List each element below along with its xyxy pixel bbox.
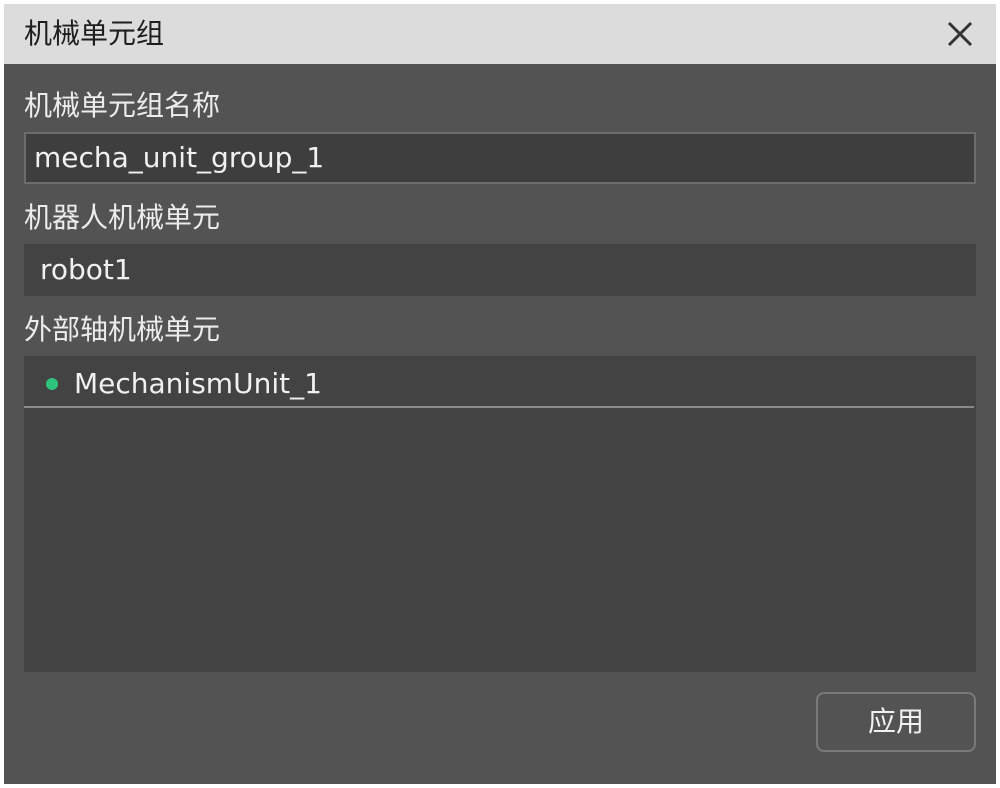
status-dot-icon (46, 378, 58, 390)
external-axis-label: 外部轴机械单元 (24, 313, 221, 346)
list-item-label: MechanismUnit_1 (74, 367, 322, 400)
list-item[interactable]: MechanismUnit_1 (24, 356, 974, 408)
robot-unit-field[interactable]: robot1 (24, 244, 976, 296)
dialog-titlebar: 机械单元组 (4, 4, 996, 64)
external-axis-list[interactable]: MechanismUnit_1 (24, 356, 976, 672)
close-icon (947, 21, 973, 47)
mechanical-unit-group-dialog: 机械单元组 机械单元组名称 mecha_unit_group_1 机器人机械单元… (4, 4, 996, 784)
group-name-input[interactable]: mecha_unit_group_1 (24, 132, 976, 184)
robot-unit-label: 机器人机械单元 (24, 201, 221, 234)
close-button[interactable] (942, 16, 978, 52)
apply-button[interactable]: 应用 (816, 692, 976, 752)
dialog-title: 机械单元组 (24, 17, 165, 50)
group-name-label: 机械单元组名称 (24, 89, 221, 122)
